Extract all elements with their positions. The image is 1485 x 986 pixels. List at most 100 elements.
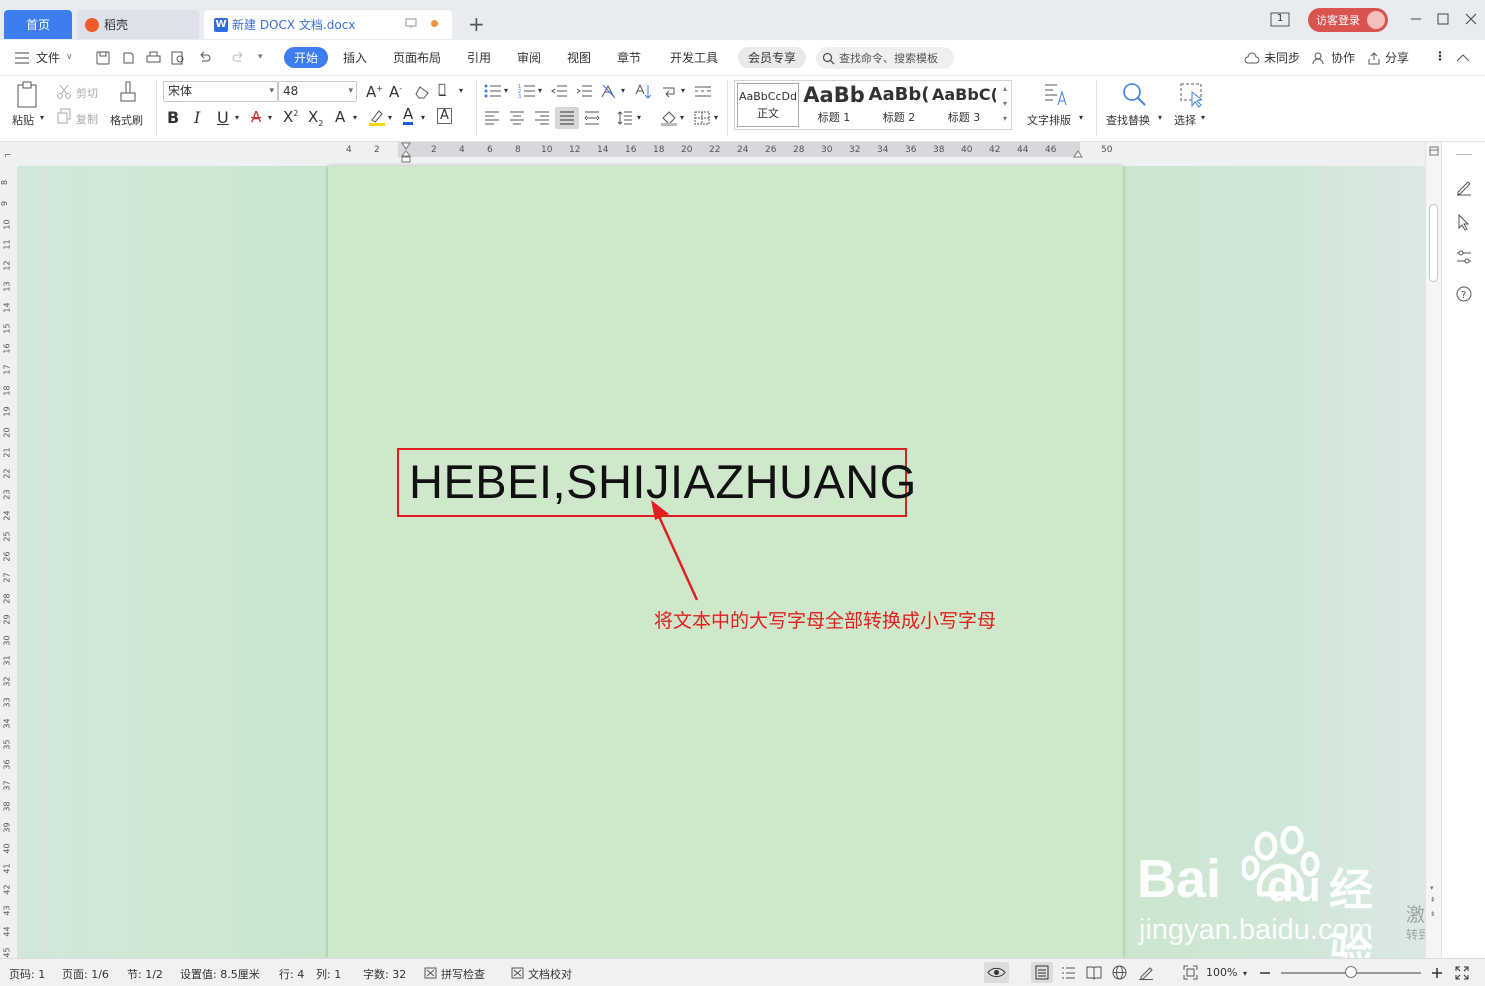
guest-login-button[interactable]: 访客登录 — [1308, 8, 1388, 32]
split-view-icon[interactable] — [1429, 146, 1439, 156]
sort-icon[interactable] — [634, 83, 652, 100]
cut-button[interactable]: 剪切 — [76, 85, 98, 101]
text-layout-button[interactable]: 文字排版 — [1027, 112, 1071, 128]
ruler-corner-icon[interactable]: ⌐ — [4, 151, 12, 161]
chevron-down-icon[interactable]: ▾ — [714, 113, 718, 122]
shrink-font-icon[interactable]: A- — [389, 83, 402, 101]
style-heading-3[interactable]: AaBbC( 标题 3 — [932, 83, 996, 127]
vertical-ruler[interactable]: 8 9 10 11 12 13 14 15 16 17 18 19 20 21 22 23 24 25 26 27 28… — [0, 166, 17, 958]
style-gallery-scroll[interactable]: ▴ ▾ ▾ — [999, 81, 1011, 129]
status-page-code[interactable]: 页码: 1 — [9, 966, 45, 982]
paste-icon[interactable] — [15, 81, 41, 109]
vertical-scrollbar[interactable]: ▾ ⇞ ⇟ — [1425, 142, 1441, 958]
fullscreen-icon[interactable] — [1455, 966, 1469, 980]
redo-icon[interactable] — [231, 51, 246, 65]
collaborate-button[interactable]: 协作 — [1331, 49, 1355, 66]
help-icon[interactable]: ? — [1455, 285, 1473, 303]
style-normal[interactable]: AaBbCcDd 正文 — [737, 83, 799, 127]
menu-page-layout[interactable]: 页面布局 — [393, 49, 441, 66]
borders-icon[interactable] — [694, 111, 710, 125]
find-replace-icon[interactable] — [1121, 81, 1147, 109]
minimize-icon[interactable] — [1409, 12, 1423, 26]
align-left-icon[interactable] — [484, 111, 500, 125]
underline-icon[interactable]: U — [217, 108, 229, 127]
status-col[interactable]: 列: 1 — [316, 966, 341, 982]
indent-marker-icon[interactable] — [401, 142, 411, 164]
close-icon[interactable] — [1464, 12, 1478, 26]
new-tab-button[interactable]: + — [468, 14, 485, 34]
menu-file[interactable]: 文件 — [36, 49, 60, 66]
chevron-down-icon[interactable]: ▾ — [1201, 113, 1205, 122]
status-section[interactable]: 节: 1/2 — [127, 966, 163, 982]
tab-document[interactable]: W 新建 DOCX 文档.docx — [204, 10, 452, 39]
select-button[interactable]: 选择 — [1174, 112, 1196, 128]
chevron-down-icon[interactable]: ▾ — [421, 113, 425, 122]
copy-button[interactable]: 复制 — [76, 111, 98, 127]
monitor-icon[interactable] — [405, 18, 417, 29]
tab-home[interactable]: 首页 — [4, 10, 72, 39]
document-page[interactable] — [328, 166, 1123, 958]
status-row[interactable]: 行: 4 — [279, 966, 304, 982]
sync-status[interactable]: 未同步 — [1264, 49, 1300, 66]
menu-chapter[interactable]: 章节 — [617, 49, 641, 66]
chevron-down-icon[interactable]: ▾ — [504, 86, 508, 95]
chevron-down-icon[interactable]: ▾ — [388, 113, 392, 122]
status-page[interactable]: 页面: 1/6 — [62, 966, 109, 982]
scroll-next-page-icon[interactable]: ⇟ — [1430, 910, 1436, 918]
proofread-button[interactable]: 文档校对 — [528, 966, 572, 982]
more-options-icon[interactable]: ⋮ — [1434, 49, 1446, 63]
share-icon[interactable] — [1367, 52, 1381, 65]
text-effect-icon[interactable]: A — [335, 108, 345, 126]
align-center-icon[interactable] — [509, 111, 525, 125]
right-indent-marker-icon[interactable] — [1073, 148, 1083, 158]
grow-font-icon[interactable]: A+ — [366, 83, 383, 101]
reading-view-icon[interactable] — [1086, 965, 1102, 980]
outline-view-icon[interactable] — [1061, 966, 1076, 980]
chevron-down-icon[interactable]: ▾ — [637, 113, 641, 122]
zoom-slider-handle[interactable] — [1345, 966, 1357, 978]
decrease-indent-icon[interactable] — [551, 84, 568, 99]
chevron-down-icon[interactable]: ▾ — [1243, 969, 1247, 978]
chevron-down-icon[interactable]: ▾ — [538, 86, 542, 95]
format-painter-icon[interactable] — [117, 81, 139, 109]
share-button[interactable]: 分享 — [1385, 49, 1409, 66]
italic-icon[interactable]: I — [194, 108, 200, 127]
chevron-down-icon[interactable]: ▾ — [353, 113, 357, 122]
menu-review[interactable]: 审阅 — [517, 49, 541, 66]
text-layout-icon[interactable] — [1043, 82, 1069, 108]
print-preview-icon[interactable] — [171, 51, 186, 65]
menu-start[interactable]: 开始 — [284, 47, 329, 68]
menu-view[interactable]: 视图 — [567, 49, 591, 66]
align-right-icon[interactable] — [534, 111, 550, 125]
numbered-list-icon[interactable]: 123 — [518, 84, 536, 99]
chevron-down-icon[interactable]: ∨ — [66, 52, 73, 62]
menu-developer[interactable]: 开发工具 — [670, 49, 718, 66]
panel-handle[interactable] — [1456, 154, 1472, 155]
chevron-down-icon[interactable]: ▾ — [235, 113, 239, 122]
tab-daoke[interactable]: 稻壳 — [77, 10, 199, 39]
chevron-down-icon[interactable]: ▾ — [459, 86, 463, 95]
chevron-down-icon[interactable]: ▾ — [681, 86, 685, 95]
style-heading-2[interactable]: AaBb( 标题 2 — [868, 83, 930, 127]
shading-icon[interactable] — [660, 110, 678, 126]
style-heading-1[interactable]: AaBb 标题 1 — [802, 83, 866, 127]
select-icon[interactable] — [1179, 82, 1205, 108]
chevron-down-icon[interactable]: ▾ — [680, 113, 684, 122]
quick-access-dropdown-icon[interactable]: ▾ — [258, 52, 263, 62]
scrollbar-thumb[interactable] — [1429, 204, 1438, 282]
zoom-out-icon[interactable] — [1259, 968, 1271, 978]
pinyin-guide-icon[interactable]: 文̲ — [438, 82, 446, 97]
spellcheck-icon[interactable] — [424, 967, 437, 979]
status-word-count[interactable]: 字数: 32 — [363, 966, 406, 982]
undo-icon[interactable] — [197, 51, 212, 65]
chinese-layout-icon[interactable] — [600, 84, 618, 99]
scroll-down-icon[interactable]: ▾ — [1430, 884, 1434, 892]
font-size-select[interactable]: 48 ▾ — [278, 81, 357, 102]
menu-hamburger-icon[interactable] — [14, 52, 30, 64]
char-border-icon[interactable]: A — [437, 108, 452, 124]
edit-pen-icon[interactable] — [1455, 178, 1473, 196]
status-setting-value[interactable]: 设置值: 8.5厘米 — [180, 966, 260, 982]
menu-insert[interactable]: 插入 — [343, 49, 367, 66]
fit-page-icon[interactable] — [1183, 965, 1198, 980]
settings-sliders-icon[interactable] — [1455, 248, 1473, 266]
